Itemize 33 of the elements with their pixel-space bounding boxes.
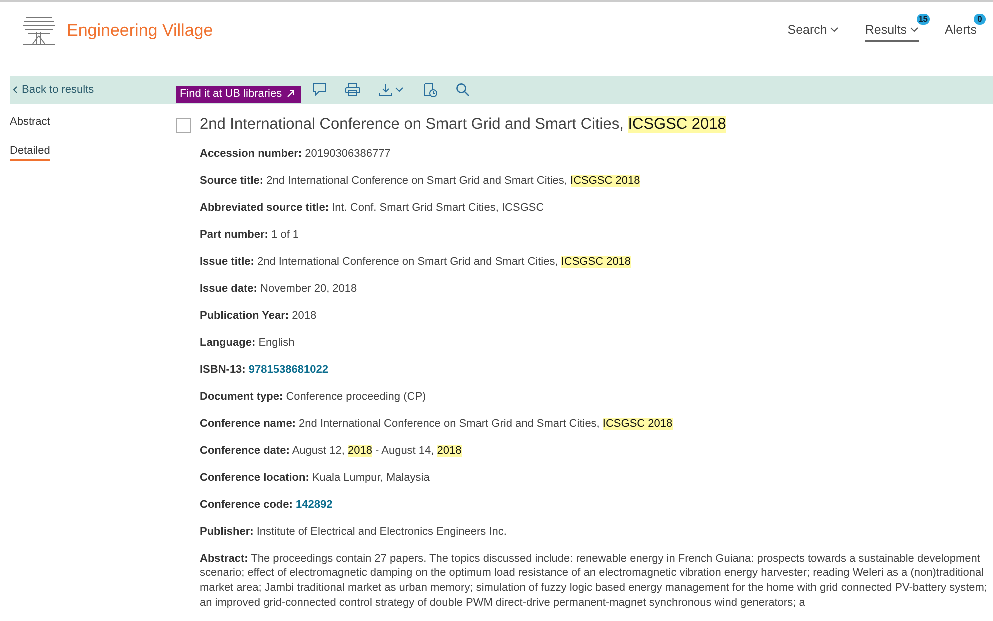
record-field: Abstract: The proceedings contain 27 papers. The topics discussed include: renewable energy in French Guiana: prospects towards a sustainable development scenario; effect of electromagnetic damping on the optimum load resistance of an electromagnetic vibration energy harvester; reading Weleri as a (non)traditional market area; Jambi traditional market as urban memory; simulation of fuzzy logic based energy management for the home with grid connected PV-battery system; an improved grid-connected control strategy of double PWM direct-drive permanent-magnet synchronous wind generators; a: [200, 552, 990, 610]
record-field: Publication Year: 2018: [200, 308, 990, 324]
record-field: Conference location: Kuala Lumpur, Malaysia: [200, 470, 990, 486]
nav-menu[interactable]: Alerts: [945, 20, 977, 42]
record-field: Conference date: August 12, 2018 - August 14, 2018: [200, 444, 990, 458]
record-field: Document type: Conference proceeding (CP): [200, 390, 990, 404]
comment-icon[interactable]: [313, 83, 328, 97]
nav-menu[interactable]: Search: [788, 20, 840, 42]
record-field: Source title: 2nd International Conference on Smart Grid and Smart Cities, ICSGSC 2018: [200, 174, 990, 189]
history-icon[interactable]: [423, 82, 438, 98]
select-checkbox[interactable]: [176, 118, 191, 132]
record-field: Abbreviated source title: Int. Conf. Smart Grid Smart Cities, ICSGSC: [200, 200, 990, 216]
external-link-icon: [287, 90, 296, 98]
record-field: Conference name: 2nd International Conference on Smart Grid and Smart Cities, ICSGSC 2018: [200, 416, 990, 432]
record-title: 2nd International Conference on Smart Grid and Smart Cities, ICSGSC 2018: [200, 116, 726, 134]
sidebar-tab[interactable]: Abstract: [10, 116, 50, 132]
record-field: Language: English: [200, 336, 990, 350]
record-field: ISBN-13: 9781538681022: [200, 362, 990, 378]
record-field: Conference code: 142892: [200, 498, 990, 512]
download-icon[interactable]: [379, 83, 406, 97]
sidebar-tab[interactable]: Detailed: [10, 145, 50, 161]
record-field: Publisher: Institute of Electrical and Electronics Engineers Inc.: [200, 524, 990, 540]
print-icon[interactable]: [345, 83, 362, 97]
chevron-left-icon: [13, 86, 18, 94]
count-badge: 0: [974, 14, 986, 25]
find-library-button[interactable]: Find it at UB libraries: [176, 86, 302, 102]
count-badge: 15: [916, 14, 930, 25]
back-link[interactable]: Back to results: [10, 83, 176, 97]
record-field: Accession number: 20190306386777: [200, 147, 990, 162]
record-field: Issue date: November 20, 2018: [200, 282, 990, 297]
search-icon[interactable]: [456, 83, 470, 97]
record-field: Issue title: 2nd International Conference on Smart Grid and Smart Cities, ICSGSC 2018: [200, 254, 990, 270]
record-field: Part number: 1 of 1: [200, 228, 990, 243]
